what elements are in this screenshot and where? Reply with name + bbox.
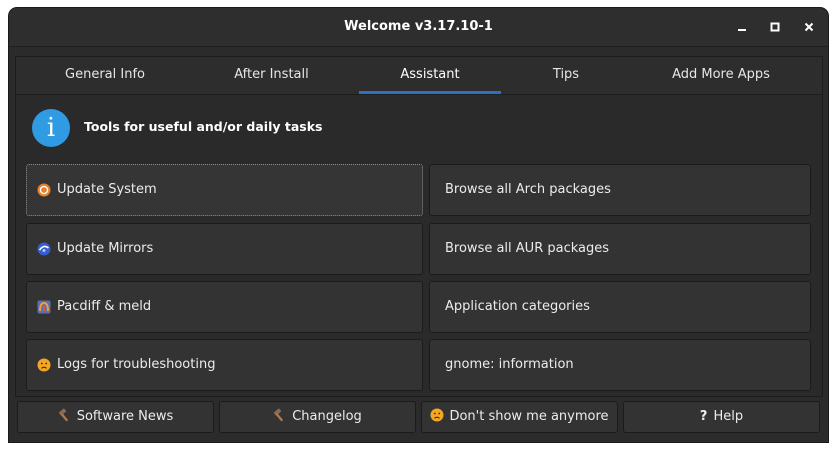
software-news-button[interactable]: Software News [17, 401, 214, 433]
logs-troubleshooting-button[interactable]: Logs for troubleshooting [26, 339, 423, 391]
tab-after-install[interactable]: After Install [194, 57, 349, 94]
maximize-icon [770, 22, 780, 32]
browse-arch-packages-label: Browse all Arch packages [445, 182, 611, 197]
tab-general-info[interactable]: General Info [16, 57, 194, 94]
pacdiff-meld-button[interactable]: Pacdiff & meld [26, 281, 423, 333]
update-system-label: Update System [57, 182, 157, 197]
info-icon: i [32, 109, 70, 147]
help-label: Help [713, 409, 744, 424]
sad-face-icon [430, 408, 444, 422]
minimize-button[interactable] [730, 15, 754, 39]
changelog-button[interactable]: Changelog [219, 401, 416, 433]
tab-tips[interactable]: Tips [501, 57, 631, 94]
welcome-window: Welcome v3.17.10-1 General Info After In… [9, 8, 828, 442]
dont-show-anymore-label: Don't show me anymore [449, 409, 609, 424]
gnome-information-button[interactable]: gnome: information [429, 339, 811, 391]
tab-bar: General Info After Install Assistant Tip… [16, 57, 822, 95]
gnome-information-label: gnome: information [445, 357, 574, 372]
tab-assistant[interactable]: Assistant [359, 57, 501, 94]
help-button[interactable]: ? Help [623, 401, 820, 433]
tab-add-more-apps[interactable]: Add More Apps [636, 57, 806, 94]
update-mirrors-icon [37, 242, 51, 256]
minimize-icon [738, 29, 746, 31]
dont-show-anymore-button[interactable]: Don't show me anymore [421, 401, 618, 433]
assistant-heading: Tools for useful and/or daily tasks [84, 119, 323, 134]
question-icon: ? [699, 409, 708, 424]
pacdiff-meld-label: Pacdiff & meld [57, 299, 152, 314]
window-title: Welcome v3.17.10-1 [344, 19, 493, 34]
browse-arch-packages-button[interactable]: Browse all Arch packages [429, 164, 811, 216]
title-bar[interactable]: Welcome v3.17.10-1 [9, 8, 828, 47]
close-button[interactable] [797, 15, 821, 39]
application-categories-button[interactable]: Application categories [429, 281, 811, 333]
browse-aur-packages-label: Browse all AUR packages [445, 241, 610, 256]
hammer-icon [58, 408, 68, 422]
update-system-button[interactable]: Update System [26, 164, 423, 216]
notebook: General Info After Install Assistant Tip… [15, 56, 823, 397]
hammer-icon [274, 408, 284, 422]
update-mirrors-label: Update Mirrors [57, 241, 154, 256]
software-news-label: Software News [76, 409, 174, 424]
changelog-label: Changelog [292, 409, 362, 424]
maximize-button[interactable] [763, 15, 787, 39]
sad-face-icon [37, 358, 51, 372]
meld-icon [37, 300, 51, 314]
logs-troubleshooting-label: Logs for troubleshooting [57, 357, 216, 372]
close-icon [804, 22, 814, 32]
update-mirrors-button[interactable]: Update Mirrors [26, 223, 423, 275]
update-system-icon [37, 183, 51, 197]
browse-aur-packages-button[interactable]: Browse all AUR packages [429, 223, 811, 275]
application-categories-label: Application categories [445, 299, 590, 314]
